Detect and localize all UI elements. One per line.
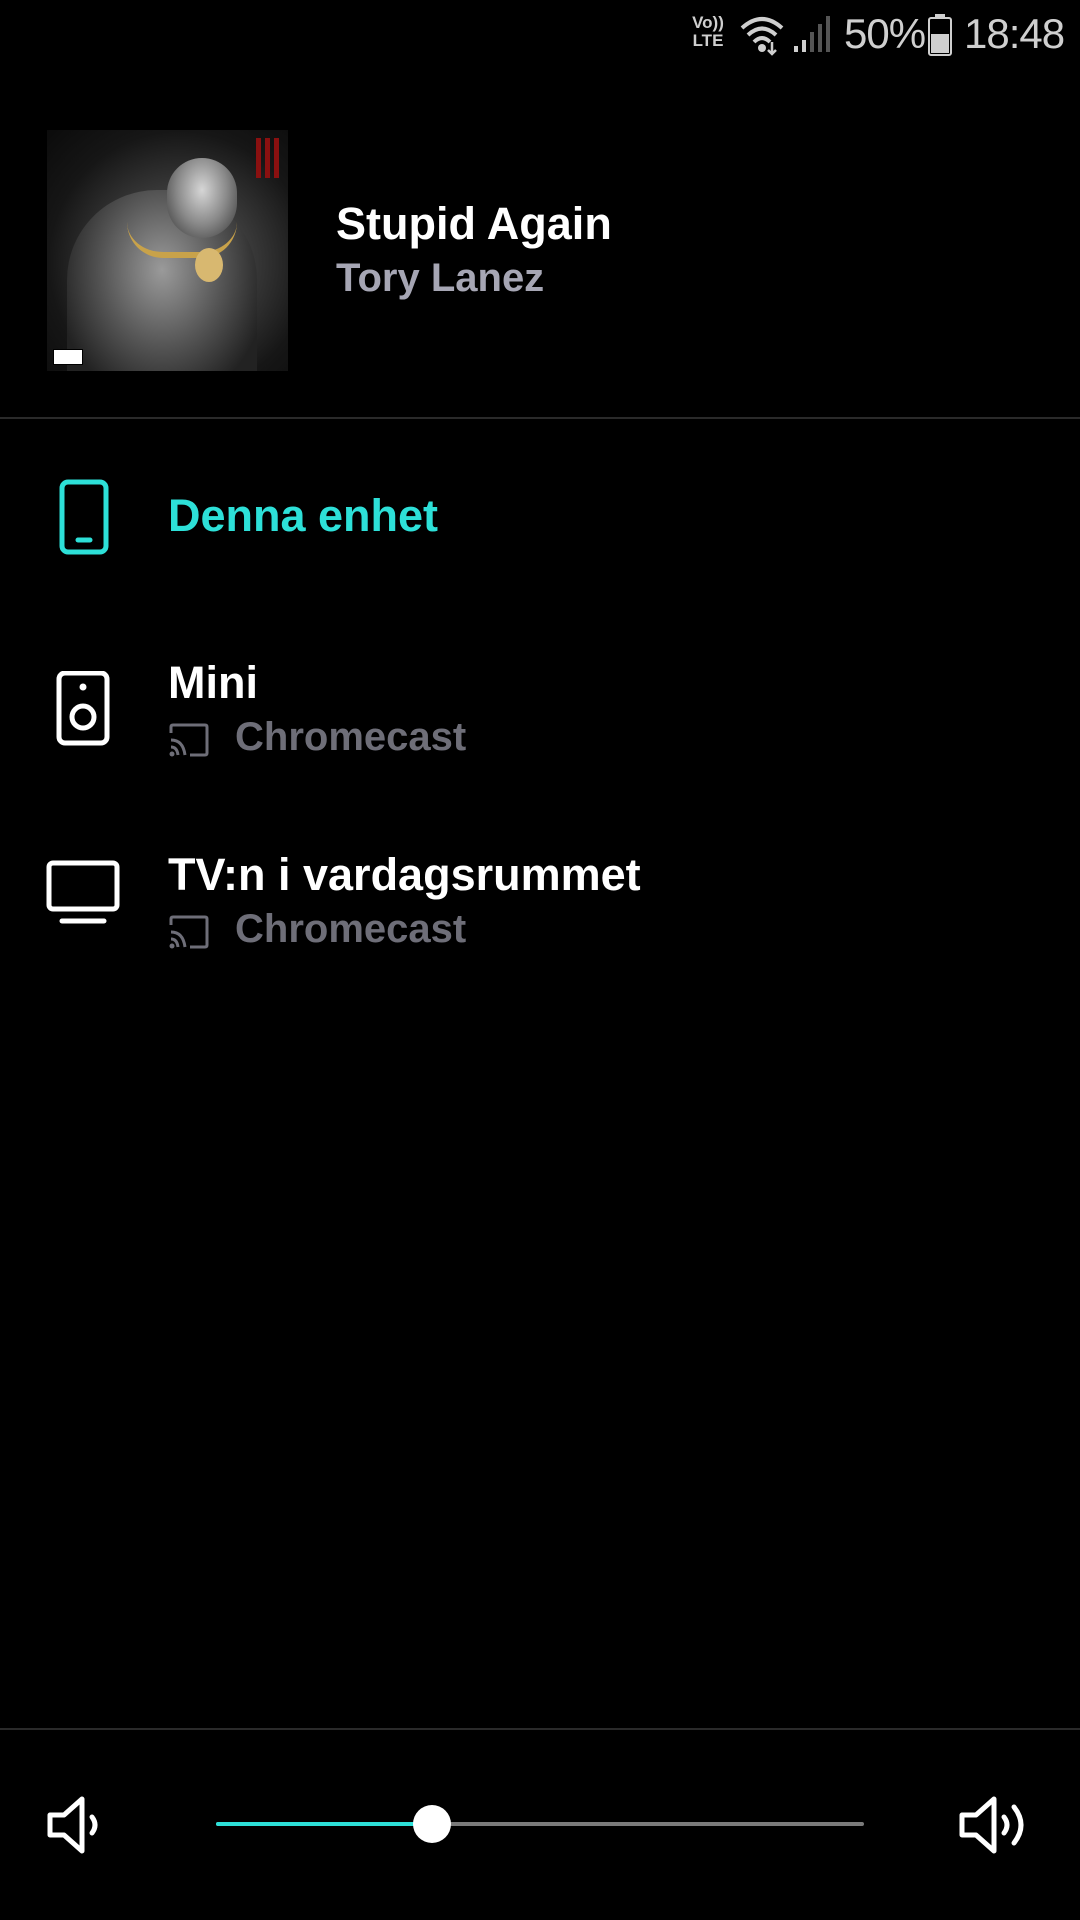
cast-icon xyxy=(169,723,209,757)
parental-advisory-label xyxy=(53,349,83,365)
phone-icon xyxy=(59,479,109,555)
volume-low-icon[interactable] xyxy=(46,1793,110,1857)
device-name: TV:n i vardagsrummet xyxy=(168,849,641,900)
device-subtitle-label: Chromecast xyxy=(235,715,467,759)
track-title: Stupid Again xyxy=(336,198,612,249)
cast-icon xyxy=(169,915,209,949)
volume-slider[interactable] xyxy=(216,1805,864,1843)
status-bar: Vo)) LTE 50% 18:48 xyxy=(0,0,1080,72)
device-subtitle-label: Chromecast xyxy=(235,907,467,951)
wifi-icon xyxy=(740,17,784,56)
cell-signal-icon xyxy=(794,16,830,52)
device-item-living-room-tv[interactable]: TV:n i vardagsrummet Chromecast xyxy=(0,837,1080,967)
track-artist: Tory Lanez xyxy=(336,256,545,300)
volume-slider-thumb[interactable] xyxy=(412,1805,451,1843)
divider xyxy=(0,1728,1080,1730)
now-playing-header: Stupid Again Tory Lanez xyxy=(47,130,1047,371)
device-name: Denna enhet xyxy=(168,490,439,541)
battery-icon xyxy=(928,14,952,56)
device-item-this-device[interactable]: Denna enhet xyxy=(0,460,1080,580)
device-name: Mini xyxy=(168,657,258,708)
tv-icon xyxy=(46,860,120,924)
battery-percent: 50% xyxy=(844,10,926,57)
volume-high-icon[interactable] xyxy=(958,1793,1034,1857)
volte-indicator: Vo)) LTE xyxy=(692,13,724,50)
device-item-mini[interactable]: Mini Chromecast xyxy=(0,645,1080,775)
speaker-icon xyxy=(56,671,110,746)
divider xyxy=(0,417,1080,419)
album-art xyxy=(47,130,288,371)
volume-slider-fill xyxy=(216,1822,432,1826)
clock: 18:48 xyxy=(964,10,1065,57)
